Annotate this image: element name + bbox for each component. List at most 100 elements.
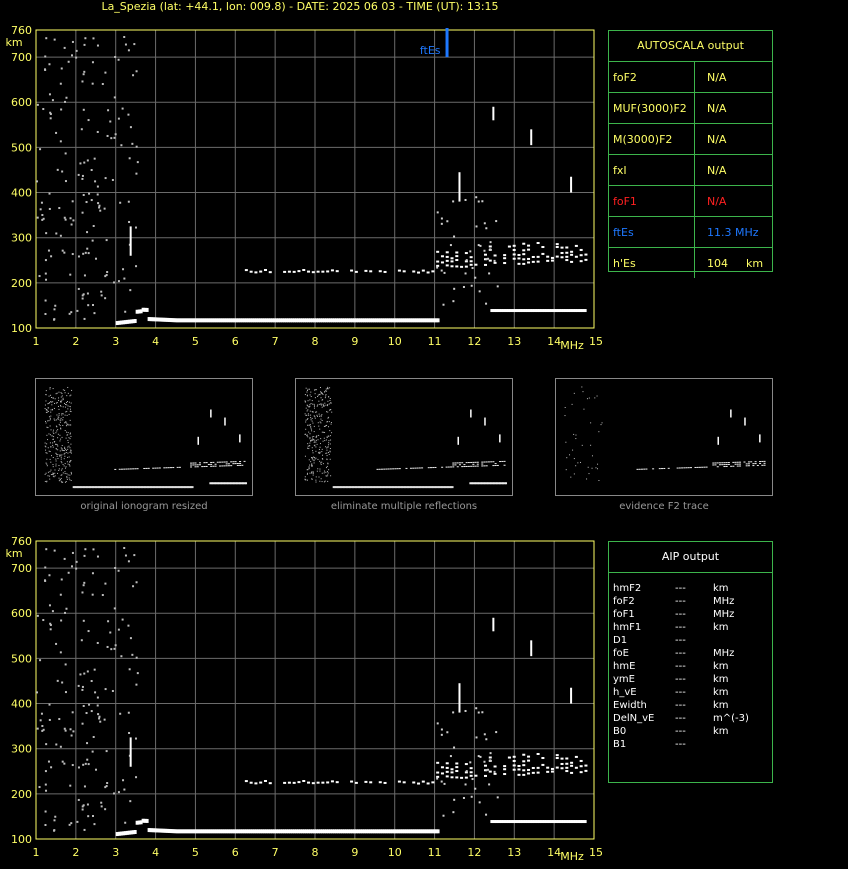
thumbnail-es-trace [703, 466, 706, 468]
x-tick-label: 6 [232, 846, 239, 859]
echo-es-trace [455, 259, 459, 262]
thumbnail-echo [70, 473, 72, 475]
echo-noise [135, 265, 138, 268]
echo-noise [104, 808, 107, 811]
thumbnail-echo [66, 431, 68, 433]
thumbnail-echo [315, 476, 317, 478]
thumbnail-echo [326, 436, 328, 438]
autoscala-column-divider [694, 248, 695, 278]
echo-noise [100, 294, 103, 297]
thumbnail-echo [67, 463, 69, 465]
echo-es-trace [493, 261, 497, 264]
echo-es-trace [565, 770, 569, 773]
thumbnail-es-trace [212, 465, 215, 467]
echo-noise [71, 764, 74, 767]
thumbnail-echo [67, 456, 69, 458]
thumbnail-echo [321, 481, 323, 483]
thumbnail-echo [321, 472, 323, 474]
echo-noise [36, 180, 39, 183]
x-tick-label: 1 [33, 335, 40, 348]
thumbnail-es-trace [458, 462, 461, 464]
thumbnail-echo [329, 409, 331, 411]
x-tick-label: 13 [507, 846, 521, 859]
aip-value: --- [675, 583, 686, 594]
echo-noise [440, 780, 443, 783]
x-tick-label: 10 [388, 335, 402, 348]
echo-noise [114, 566, 117, 569]
echo-noise [117, 569, 120, 572]
echo-noise [475, 736, 478, 739]
autoscala-label: MUF(3000)F2 [613, 102, 687, 115]
thumbnail-es-trace [712, 464, 715, 466]
thumbnail-echo [307, 424, 309, 426]
thumbnail-echo [53, 432, 55, 434]
echo-noise [442, 303, 445, 306]
thumbnail-es-trace [392, 468, 395, 470]
thumbnail-echo [49, 442, 51, 444]
thumbnail-echo [63, 458, 65, 460]
thumbnail-echo [60, 417, 62, 419]
thumbnail-echo [308, 466, 310, 468]
thumbnail-echo [311, 472, 313, 474]
thumbnail-echo [46, 434, 48, 436]
thumbnail-echo [69, 395, 71, 397]
echo-noise [464, 783, 467, 786]
echo-noise [127, 200, 130, 203]
echo-noise [84, 251, 87, 254]
thumbnail-es-trace [147, 467, 150, 469]
thumbnail-es-trace [503, 460, 506, 462]
echo-es-trace [455, 770, 459, 773]
echo-noise [55, 232, 58, 235]
echo-noise [469, 761, 472, 764]
thumbnail-echo [314, 389, 316, 391]
thumbnail-echo [64, 392, 66, 394]
thumbnail-eliminate-multiple-caption: eliminate multiple reflections [330, 501, 478, 512]
echo-noise [81, 688, 84, 691]
echo-es-trace [311, 782, 315, 785]
thumbnail-echo [70, 471, 72, 473]
echo-noise [99, 720, 102, 723]
echo-streak [530, 640, 533, 657]
echo-noise [81, 722, 84, 725]
echo-es-trace [402, 270, 406, 273]
thumbnail-streak [470, 409, 472, 418]
thumbnail-echo [320, 463, 322, 465]
thumbnail-echo [565, 469, 567, 471]
echo-noise [117, 791, 120, 794]
thumbnail-echo [49, 471, 51, 473]
thumbnail-es-trace [123, 468, 126, 470]
echo-noise [64, 218, 67, 221]
echo-noise [83, 581, 86, 584]
thumbnail-es-trace [476, 461, 479, 463]
echo-es-trace [402, 781, 406, 784]
thumbnail-es-trace [190, 466, 193, 468]
echo-es-trace [488, 245, 492, 248]
autoscala-label: foF1 [613, 195, 637, 208]
echo-noise [60, 619, 63, 622]
thumbnail-es-trace [501, 460, 504, 462]
echo-es-trace [436, 250, 440, 253]
thumbnail-echo [305, 479, 307, 481]
x-tick-label: 2 [72, 335, 79, 348]
echo-e-trace [145, 818, 149, 823]
echo-noise [59, 593, 62, 596]
echo-noise [123, 546, 126, 549]
aip-label: D1 [613, 635, 628, 646]
thumbnail-es-trace [176, 466, 179, 468]
echo-es-trace [464, 252, 468, 255]
thumbnail-echo [57, 472, 59, 474]
thumbnail-echo [308, 467, 310, 469]
echo-noise [96, 704, 99, 707]
thumbnail-echo [581, 386, 583, 388]
echo-es-trace [522, 262, 526, 265]
echo-noise [485, 813, 488, 816]
echo-es-trace [565, 259, 569, 262]
thumbnail-echo [307, 436, 309, 438]
thumbnail-echo [322, 403, 324, 405]
echo-noise [483, 760, 486, 763]
echo-es-trace [512, 253, 516, 256]
thumbnail-echo [49, 451, 51, 453]
thumbnail-echo [305, 428, 307, 430]
thumbnail-echo [66, 424, 68, 426]
echo-noise [446, 731, 449, 734]
